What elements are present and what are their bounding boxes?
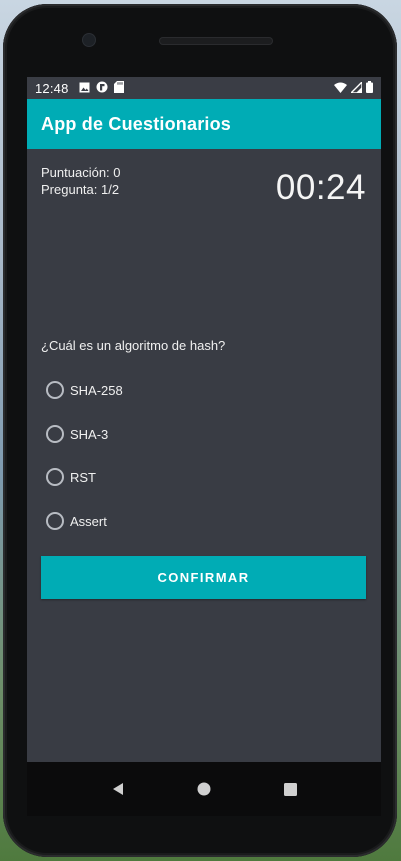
answer-option[interactable]: RST bbox=[46, 465, 96, 489]
confirm-button[interactable]: CONFIRMAR bbox=[41, 556, 366, 599]
quiz-content: Puntuación: 0 Pregunta: 1/2 00:24 ¿Cuál … bbox=[27, 149, 381, 762]
radio-button-unchecked[interactable] bbox=[46, 468, 64, 486]
radio-button-unchecked[interactable] bbox=[46, 425, 64, 443]
app-bar: App de Cuestionarios bbox=[27, 99, 381, 149]
device-screen: 12:48 App de Cuestionarios Puntuación: 0… bbox=[27, 77, 381, 816]
phone-frame: 12:48 App de Cuestionarios Puntuación: 0… bbox=[3, 4, 397, 857]
app-notification-icon bbox=[96, 81, 108, 96]
answer-option[interactable]: SHA-258 bbox=[46, 378, 123, 402]
system-navigation-bar bbox=[27, 762, 381, 816]
back-icon[interactable] bbox=[103, 774, 133, 804]
status-notifications bbox=[79, 80, 124, 96]
wifi-icon bbox=[334, 81, 347, 96]
score-label: Puntuación: 0 bbox=[41, 165, 121, 180]
radio-button-unchecked[interactable] bbox=[46, 512, 64, 530]
home-icon[interactable] bbox=[189, 774, 219, 804]
battery-icon bbox=[366, 80, 373, 96]
image-icon bbox=[79, 81, 90, 96]
app-title: App de Cuestionarios bbox=[41, 113, 232, 134]
status-system-icons bbox=[334, 79, 373, 96]
answer-option-label: Assert bbox=[70, 513, 107, 529]
answer-option[interactable]: SHA-3 bbox=[46, 422, 108, 446]
status-bar: 12:48 bbox=[27, 77, 381, 99]
question-counter: Pregunta: 1/2 bbox=[41, 182, 120, 197]
signal-icon bbox=[349, 79, 363, 96]
front-camera bbox=[83, 34, 95, 46]
answer-option-label: SHA-3 bbox=[70, 426, 109, 442]
sd-card-icon bbox=[113, 80, 124, 96]
question-text: ¿Cuál es un algoritmo de hash? bbox=[41, 338, 226, 353]
recents-icon[interactable] bbox=[275, 774, 305, 804]
answer-option-label: RST bbox=[70, 469, 96, 485]
radio-button-unchecked[interactable] bbox=[46, 381, 64, 399]
answer-option-label: SHA-258 bbox=[70, 382, 123, 398]
earpiece-speaker bbox=[159, 37, 273, 45]
countdown-timer: 00:24 bbox=[275, 168, 366, 207]
status-time: 12:48 bbox=[35, 80, 69, 96]
answer-option[interactable]: Assert bbox=[46, 509, 107, 533]
